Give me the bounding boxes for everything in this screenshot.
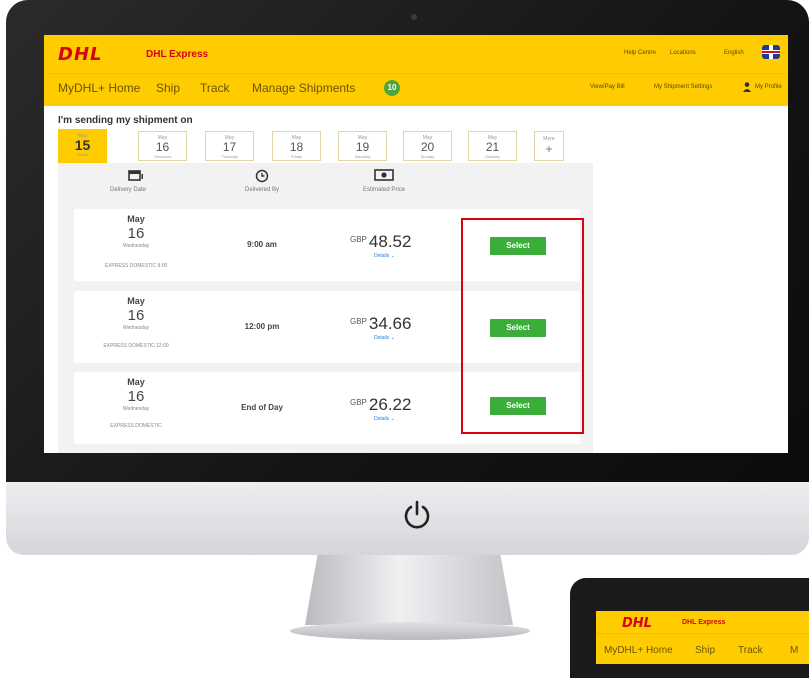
date-day: 19 xyxy=(355,140,370,154)
date-weekday: Thursday xyxy=(221,154,238,159)
option-weekday: Wednesday xyxy=(122,243,150,249)
dhl-logo[interactable]: DHL xyxy=(58,44,102,65)
option-delivered-by: 12:00 pm xyxy=(244,322,280,331)
option-amount: 26.22 xyxy=(368,395,412,414)
language-selector[interactable]: English xyxy=(724,50,744,56)
imac-monitor: DHL DHL Express Help Centre Locations En… xyxy=(6,0,809,555)
page-heading: I'm sending my shipment on xyxy=(58,115,193,126)
column-delivered-by: Delivered By xyxy=(244,187,279,193)
date-weekday: Tomorrow xyxy=(153,154,172,159)
date-weekday: Sunday xyxy=(420,154,435,159)
date-weekday: Saturday xyxy=(354,154,371,159)
date-tab-18[interactable]: May 18 Friday xyxy=(272,131,321,161)
second-nav-ship: Ship xyxy=(695,645,716,656)
option-delivered-by: 9:00 am xyxy=(247,240,277,249)
date-tab-20[interactable]: May 20 Sunday xyxy=(403,131,452,161)
brand-name: DHL Express xyxy=(146,49,209,60)
date-day: 18 xyxy=(289,140,304,154)
second-nav-more: M xyxy=(790,645,799,656)
my-profile-link[interactable]: My Profile xyxy=(755,84,782,90)
option-day: 16 xyxy=(127,307,145,324)
details-label: Details xyxy=(374,253,390,259)
date-day: 21 xyxy=(485,140,500,154)
option-service: EXPRESS DOMESTIC 12:00 xyxy=(103,343,169,349)
date-tab-17[interactable]: May 17 Thursday xyxy=(205,131,254,161)
help-centre-link[interactable]: Help Centre xyxy=(624,50,656,56)
calendar-icon xyxy=(128,170,143,181)
option-month: May xyxy=(127,377,145,387)
shipments-count-badge: 10 xyxy=(384,80,400,96)
option-month: May xyxy=(127,296,145,306)
date-tab-15[interactable]: May 15 Today xyxy=(58,129,107,163)
nav-track[interactable]: Track xyxy=(200,81,230,95)
option-delivered-by: End of Day xyxy=(241,403,283,412)
date-tab-19[interactable]: May 19 Saturday xyxy=(338,131,387,161)
date-weekday: Friday xyxy=(290,154,303,159)
column-estimated-price: Estimated Price xyxy=(362,187,405,193)
option-service: EXPRESS DOMESTIC 9:00 xyxy=(104,263,168,269)
column-delivery-date: Delivery Date xyxy=(109,187,146,193)
option-amount: 48.52 xyxy=(368,232,412,251)
second-nav-track: Track xyxy=(738,645,763,656)
select-buttons-highlight xyxy=(461,218,584,434)
date-day: 20 xyxy=(420,140,435,154)
option-weekday: Wednesday xyxy=(122,406,150,412)
view-pay-bill-link[interactable]: View/Pay Bill xyxy=(590,84,625,90)
monitor-stand-neck xyxy=(305,555,513,625)
option-price: GBP 48.52 xyxy=(350,232,411,252)
option-details-link[interactable]: Details ⌄ xyxy=(374,253,395,259)
option-details-link[interactable]: Details ⌄ xyxy=(374,416,395,422)
option-amount: 34.66 xyxy=(368,314,412,333)
date-day: 16 xyxy=(155,140,170,154)
option-currency: GBP xyxy=(350,317,367,326)
date-weekday: Monday xyxy=(485,154,500,159)
nav-manage-shipments[interactable]: Manage Shipments xyxy=(252,81,355,95)
locations-link[interactable]: Locations xyxy=(670,50,696,56)
date-tab-16[interactable]: May 16 Tomorrow xyxy=(138,131,187,161)
details-label: Details xyxy=(374,416,390,422)
date-tab-21[interactable]: May 21 Monday xyxy=(468,131,517,161)
date-weekday: Today xyxy=(77,152,88,157)
screen: DHL DHL Express Help Centre Locations En… xyxy=(44,35,788,453)
power-icon[interactable] xyxy=(400,498,434,532)
clock-icon xyxy=(255,169,269,183)
option-currency: GBP xyxy=(350,235,367,244)
option-currency: GBP xyxy=(350,398,367,407)
monitor-stand-foot xyxy=(290,622,530,640)
option-weekday: Wednesday xyxy=(122,325,150,331)
option-day: 16 xyxy=(127,388,145,405)
option-price: GBP 26.22 xyxy=(350,395,411,415)
date-day: 17 xyxy=(222,140,237,154)
option-service: EXPRESS DOMESTIC xyxy=(110,423,162,429)
user-icon xyxy=(743,82,751,92)
second-brand-name: DHL Express xyxy=(682,619,726,626)
option-day: 16 xyxy=(127,225,145,242)
option-price: GBP 34.66 xyxy=(350,314,411,334)
money-icon xyxy=(374,169,394,181)
plus-icon: + xyxy=(545,142,553,156)
second-dhl-logo: DHL xyxy=(622,616,652,631)
shipment-settings-link[interactable]: My Shipment Settings xyxy=(654,84,712,90)
second-nav-home: MyDHL+ Home xyxy=(604,645,673,656)
uk-flag-icon[interactable] xyxy=(762,45,780,59)
second-monitor xyxy=(570,578,809,678)
camera-icon xyxy=(411,14,417,20)
option-details-link[interactable]: Details ⌄ xyxy=(374,335,395,341)
option-month: May xyxy=(127,214,145,224)
more-dates-button[interactable]: More + xyxy=(534,131,564,161)
nav-home[interactable]: MyDHL+ Home xyxy=(58,81,140,95)
details-label: Details xyxy=(374,335,390,341)
date-day: 15 xyxy=(74,137,91,153)
nav-ship[interactable]: Ship xyxy=(156,81,180,95)
